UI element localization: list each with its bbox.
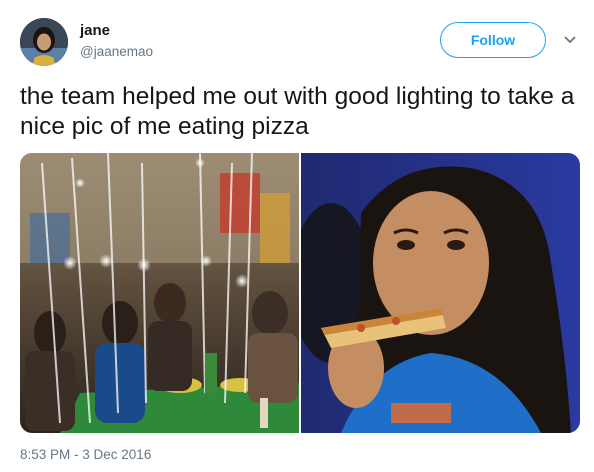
avatar[interactable]: [20, 18, 68, 66]
photo-eating-pizza[interactable]: [301, 153, 580, 433]
tweet-text: the team helped me out with good lightin…: [20, 83, 575, 140]
user-name[interactable]: jane: [80, 22, 110, 39]
user-handle[interactable]: @jaanemao: [80, 44, 153, 59]
photo-team-lighting[interactable]: [20, 153, 299, 433]
tweet-timestamp[interactable]: 8:53 PM - 3 Dec 2016: [20, 447, 151, 462]
chevron-down-icon[interactable]: [562, 32, 578, 48]
follow-button[interactable]: Follow: [440, 22, 546, 58]
tweet-media[interactable]: [20, 153, 580, 433]
